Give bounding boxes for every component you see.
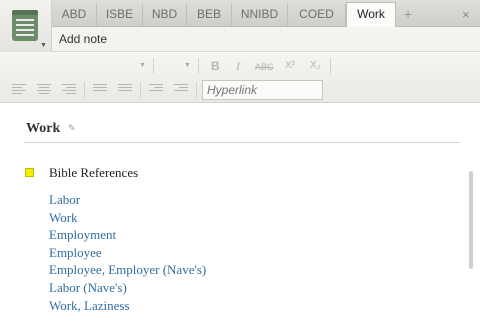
outdent-icon[interactable]: [149, 84, 163, 96]
reference-list: Labor Work Employment Employee Employee,…: [49, 191, 206, 314]
title-divider: [24, 142, 460, 143]
reference-link[interactable]: Labor: [49, 191, 206, 209]
font-family-dropdown[interactable]: ▼: [139, 62, 146, 69]
reference-link[interactable]: Work, Laziness: [49, 297, 206, 315]
align-left-icon[interactable]: [12, 84, 26, 96]
superscript-button[interactable]: X²: [285, 59, 295, 73]
tab-work[interactable]: Work: [346, 2, 396, 28]
italic-button[interactable]: I: [236, 59, 240, 73]
add-tab-button[interactable]: +: [404, 4, 412, 24]
note-actions-bar: Add note: [52, 27, 480, 52]
note-title[interactable]: Work: [26, 121, 60, 137]
highlight-bullet-icon: [25, 168, 34, 177]
tab-coed[interactable]: COED: [288, 4, 346, 27]
reference-link[interactable]: Employment: [49, 226, 206, 244]
chevron-down-icon[interactable]: ▼: [40, 42, 47, 49]
align-center-icon[interactable]: [37, 84, 51, 96]
reference-link[interactable]: Labor (Nave's): [49, 279, 206, 297]
scrollbar[interactable]: [469, 171, 473, 269]
bold-button[interactable]: B: [211, 59, 220, 73]
bulleted-list-icon[interactable]: [93, 84, 107, 96]
indent-icon[interactable]: [174, 84, 188, 96]
strikethrough-button[interactable]: ABC: [255, 60, 274, 74]
note-content: Work ✎ Bible References Labor Work Emplo…: [0, 103, 480, 331]
pencil-icon[interactable]: ✎: [68, 123, 76, 134]
app-menu-area[interactable]: ▼: [0, 0, 52, 52]
reference-link[interactable]: Employee: [49, 244, 206, 262]
reference-link[interactable]: Employee, Employer (Nave's): [49, 261, 206, 279]
tab-nbd[interactable]: NBD: [143, 4, 187, 27]
numbered-list-icon[interactable]: [118, 84, 132, 96]
tab-abd[interactable]: ABD: [52, 4, 97, 27]
font-size-dropdown[interactable]: ▼: [184, 62, 191, 69]
section-label: Bible References: [49, 165, 139, 180]
tab-beb[interactable]: BEB: [187, 4, 232, 27]
subscript-button[interactable]: X₂: [310, 59, 321, 73]
close-tab-button[interactable]: ×: [462, 6, 470, 24]
notes-app-icon[interactable]: [10, 9, 40, 43]
add-note-button[interactable]: Add note: [59, 32, 107, 46]
tab-isbe[interactable]: ISBE: [97, 4, 143, 27]
tab-bar: ABD ISBE NBD BEB NNIBD COED Work + ×: [52, 0, 480, 28]
tab-nnibd[interactable]: NNIBD: [232, 4, 288, 27]
reference-link[interactable]: Work: [49, 209, 206, 227]
align-right-icon[interactable]: [62, 84, 76, 96]
formatting-toolbar: ▼ ▼ B I ABC X² X₂: [0, 52, 480, 103]
hyperlink-input[interactable]: [202, 80, 323, 100]
